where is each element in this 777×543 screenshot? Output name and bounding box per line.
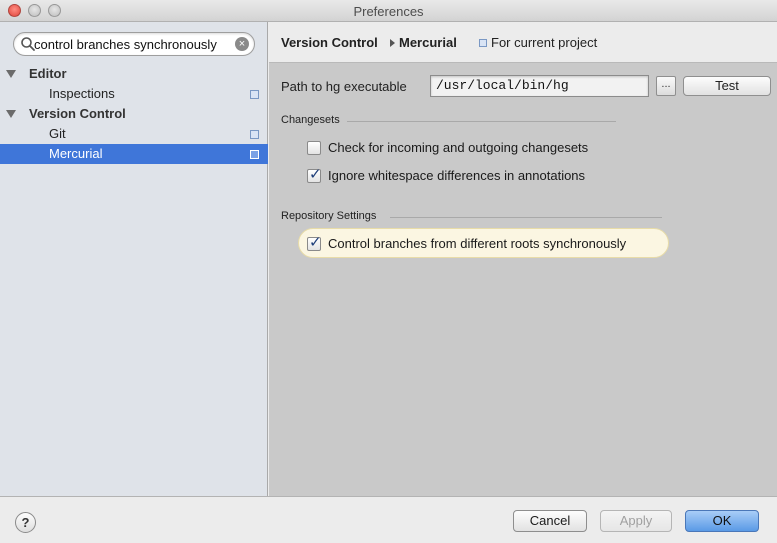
window-title: Preferences	[353, 4, 424, 19]
clear-search-icon[interactable]: ×	[235, 37, 249, 51]
expand-arrow-icon[interactable]	[6, 70, 16, 78]
tree-item-label: Inspections	[49, 86, 115, 101]
tree-item-label: Version Control	[29, 106, 126, 121]
title-bar: Preferences	[0, 0, 777, 22]
hg-path-label: Path to hg executable	[281, 79, 407, 94]
cancel-button[interactable]: Cancel	[513, 510, 587, 532]
breadcrumb-current: Mercurial	[399, 35, 457, 50]
settings-search-field[interactable]: ×	[13, 32, 255, 56]
hg-path-input[interactable]: /usr/local/bin/hg	[430, 75, 649, 97]
tree-item-inspections[interactable]: Inspections	[0, 84, 268, 104]
panel-header: Version Control Mercurial For current pr…	[269, 22, 777, 63]
tree-item-label: Editor	[29, 66, 67, 81]
section-divider	[347, 121, 616, 122]
sync-branches-checkbox[interactable]: ✓	[307, 234, 322, 251]
tree-item-version-control[interactable]: Version Control	[0, 104, 268, 124]
ok-button[interactable]: OK	[685, 510, 759, 532]
test-button[interactable]: Test	[683, 76, 771, 96]
section-divider	[390, 217, 662, 218]
changesets-section-title: Changesets	[281, 114, 340, 126]
repository-settings-section-title: Repository Settings	[281, 210, 377, 222]
ignore-whitespace-checkbox[interactable]: ✓	[307, 166, 322, 183]
tree-item-editor[interactable]: Editor	[0, 64, 268, 84]
help-button[interactable]: ?	[15, 512, 36, 533]
search-input[interactable]	[34, 37, 232, 52]
expand-arrow-icon[interactable]	[6, 110, 16, 118]
checkbox-label: Check for incoming and outgoing changese…	[328, 140, 589, 155]
checkbox-label: Control branches from different roots sy…	[328, 236, 627, 251]
tree-item-label: Git	[49, 126, 66, 141]
settings-panel: Version Control Mercurial For current pr…	[269, 22, 777, 496]
project-settings-icon	[250, 90, 259, 99]
checkmark-icon: ✓	[309, 166, 322, 183]
browse-button[interactable]: ...	[656, 76, 676, 96]
project-settings-icon	[250, 130, 259, 139]
project-settings-icon	[250, 150, 259, 159]
project-scope-icon	[479, 39, 487, 47]
incoming-changesets-checkbox[interactable]	[307, 141, 321, 155]
dialog-footer: ? Cancel Apply OK	[0, 496, 777, 543]
tree-item-git[interactable]: Git	[0, 124, 268, 144]
breadcrumb-separator-icon	[390, 39, 395, 47]
tree-item-mercurial[interactable]: Mercurial	[0, 144, 268, 164]
breadcrumb-parent[interactable]: Version Control	[281, 35, 378, 50]
tree-item-label: Mercurial	[49, 146, 103, 161]
apply-button[interactable]: Apply	[600, 510, 672, 532]
scope-label: For current project	[491, 35, 598, 50]
settings-tree: Editor Inspections Version Control Git M…	[0, 64, 268, 164]
settings-sidebar: × Editor Inspections Version Control Git…	[0, 22, 268, 496]
checkmark-icon: ✓	[309, 234, 322, 251]
checkbox-label: Ignore whitespace differences in annotat…	[328, 168, 586, 183]
